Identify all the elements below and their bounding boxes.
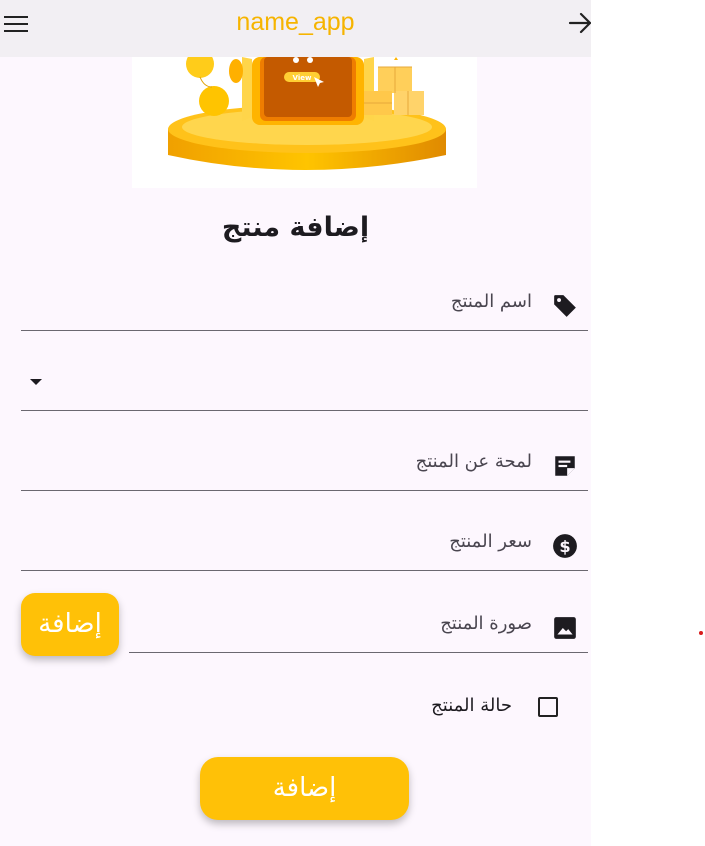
note-icon: [555, 456, 575, 476]
product-price-label: سعر المنتج: [449, 531, 532, 552]
product-status-label: حالة المنتج: [431, 695, 512, 716]
product-price-field[interactable]: سعر المنتج $: [21, 521, 588, 571]
product-description-field[interactable]: لمحة عن المنتج: [21, 441, 588, 491]
add-image-button[interactable]: إضافة: [21, 593, 119, 656]
dropdown-arrow-icon: [30, 379, 42, 385]
product-image-field[interactable]: صورة المنتج: [129, 603, 588, 653]
product-name-field[interactable]: اسم المنتج: [21, 281, 588, 331]
dollar-icon: $: [553, 534, 577, 558]
hero-image: View: [132, 57, 477, 188]
app-screen: name_app View إضافة منتج اسم المنتج لمحة…: [0, 0, 591, 846]
product-status-checkbox[interactable]: [538, 697, 558, 717]
product-status-checkbox-row[interactable]: حالة المنتج: [400, 690, 575, 724]
svg-text:$: $: [559, 537, 570, 556]
tag-icon: [554, 295, 576, 317]
product-illustration: View: [168, 57, 446, 170]
app-title: name_app: [236, 8, 355, 36]
banner-view-label: View: [293, 74, 312, 82]
red-dot-marker: [699, 631, 703, 635]
arrow-forward-icon[interactable]: [568, 8, 591, 38]
app-bar: name_app: [0, 0, 591, 57]
product-description-label: لمحة عن المنتج: [415, 451, 532, 472]
category-dropdown[interactable]: [21, 361, 588, 411]
submit-add-product-button[interactable]: إضافة: [200, 757, 409, 820]
product-image-label: صورة المنتج: [440, 613, 532, 634]
image-icon: [554, 617, 576, 639]
page-title: إضافة منتج: [221, 212, 370, 243]
product-name-label: اسم المنتج: [450, 291, 532, 312]
